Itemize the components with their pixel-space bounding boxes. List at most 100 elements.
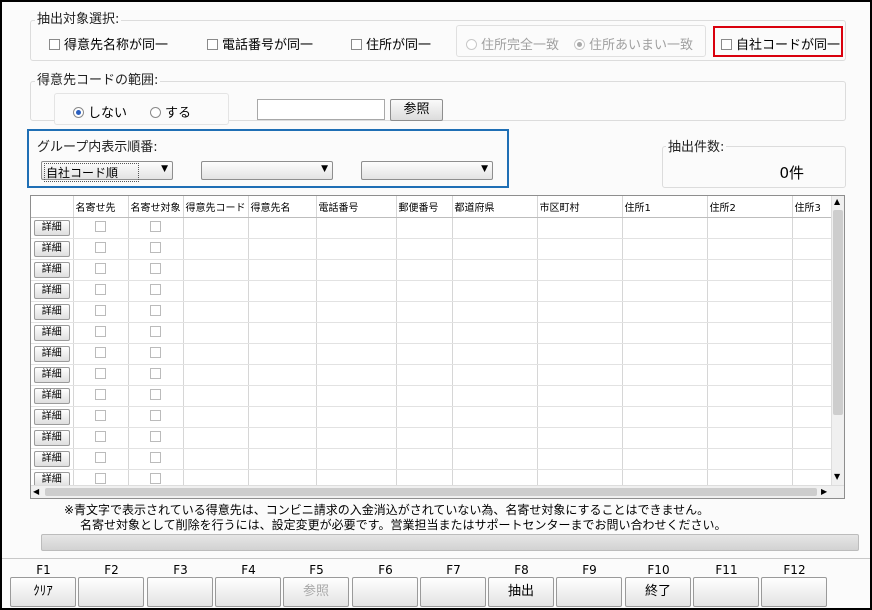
detail-button[interactable]: 詳細 — [33, 282, 70, 299]
merge-target-checkbox[interactable] — [95, 325, 106, 337]
same-phone-checkbox[interactable]: 電話番号が同一 — [207, 34, 313, 53]
merge-source-checkbox[interactable] — [150, 430, 161, 442]
results-grid[interactable]: 名寄せ先 名寄せ対象 得意先コード 得意先名 電話番号 郵便番号 都道府県 市区… — [30, 195, 845, 499]
merge-target-checkbox[interactable] — [95, 304, 106, 316]
table-row: 詳細 — [31, 343, 835, 365]
same-customer-name-checkbox[interactable]: 得意先名称が同一 — [49, 34, 168, 53]
function-key-divider — [2, 558, 870, 559]
detail-button[interactable]: 詳細 — [33, 324, 70, 341]
merge-source-checkbox[interactable] — [150, 304, 161, 316]
detail-button[interactable]: 詳細 — [33, 261, 70, 278]
merge-source-checkbox[interactable] — [150, 283, 161, 295]
radio-circle[interactable] — [150, 107, 161, 118]
grid-cell — [248, 343, 317, 365]
grid-cell — [622, 427, 708, 449]
sort-order-select-3[interactable]: ▼ — [361, 161, 493, 180]
merge-source-checkbox[interactable] — [150, 367, 161, 379]
detail-button[interactable]: 詳細 — [33, 387, 70, 404]
merge-source-checkbox[interactable] — [150, 346, 161, 358]
merge-target-checkbox[interactable] — [95, 262, 106, 274]
merge-target-checkbox[interactable] — [95, 346, 106, 358]
function-key-button-f8[interactable]: 抽出 — [488, 577, 554, 607]
detail-button[interactable]: 詳細 — [33, 219, 70, 236]
extracted-count-value: 0件 — [779, 164, 804, 182]
same-own-code-checkbox[interactable]: 自社コードが同一 — [721, 34, 840, 53]
address-fuzzy-radio[interactable]: 住所あいまい一致 — [574, 34, 693, 53]
detail-button[interactable]: 詳細 — [33, 408, 70, 425]
merge-target-checkbox[interactable] — [95, 451, 106, 463]
merge-source-checkbox[interactable] — [150, 220, 161, 232]
function-key-button-f9[interactable] — [556, 577, 622, 607]
merge-source-checkbox[interactable] — [150, 262, 161, 274]
merge-source-checkbox[interactable] — [150, 451, 161, 463]
checkbox-box[interactable] — [721, 39, 732, 50]
function-key-button-f4[interactable] — [215, 577, 281, 607]
scroll-down-icon[interactable]: ▼ — [834, 472, 840, 481]
sort-order-select-2[interactable]: ▼ — [201, 161, 333, 180]
merge-source-checkbox[interactable] — [150, 472, 161, 484]
detail-button[interactable]: 詳細 — [33, 240, 70, 257]
merge-target-checkbox[interactable] — [95, 220, 106, 232]
detail-button[interactable]: 詳細 — [33, 429, 70, 446]
scroll-thumb[interactable] — [833, 210, 843, 415]
grid-cell — [537, 238, 623, 260]
scroll-right-icon[interactable]: ▶ — [821, 487, 827, 496]
grid-cell — [396, 238, 453, 260]
merge-target-checkbox[interactable] — [95, 241, 106, 253]
merge-target-cell — [73, 301, 129, 323]
detail-button[interactable]: 詳細 — [33, 366, 70, 383]
merge-target-checkbox[interactable] — [95, 430, 106, 442]
table-row: 詳細 — [31, 322, 835, 344]
grid-cell — [622, 259, 708, 281]
address-exact-radio[interactable]: 住所完全一致 — [466, 34, 559, 53]
scroll-thumb[interactable] — [45, 488, 817, 496]
vertical-scrollbar[interactable]: ▲ ▼ — [831, 196, 844, 486]
merge-source-checkbox[interactable] — [150, 241, 161, 253]
customer-code-input[interactable] — [257, 99, 385, 120]
address-exact-label: 住所完全一致 — [481, 38, 560, 53]
detail-button[interactable]: 詳細 — [33, 303, 70, 320]
function-key-button-f6[interactable] — [352, 577, 418, 607]
checkbox-box[interactable] — [351, 39, 362, 50]
merge-target-checkbox[interactable] — [95, 472, 106, 484]
function-key-button-f7[interactable] — [420, 577, 486, 607]
checkbox-box[interactable] — [207, 39, 218, 50]
function-key-button-f12[interactable] — [761, 577, 827, 607]
function-key-button-f10[interactable]: 終了 — [625, 577, 691, 607]
function-key-label-f11: F11 — [715, 563, 738, 577]
detail-button[interactable]: 詳細 — [33, 345, 70, 362]
grid-cell — [248, 364, 317, 386]
merge-source-cell — [128, 238, 184, 260]
function-key-button-f11[interactable] — [693, 577, 759, 607]
merge-source-checkbox[interactable] — [150, 388, 161, 400]
function-key-button-f2[interactable] — [78, 577, 144, 607]
radio-circle[interactable] — [73, 107, 84, 118]
radio-circle[interactable] — [574, 39, 585, 50]
merge-target-checkbox[interactable] — [95, 388, 106, 400]
merge-source-checkbox[interactable] — [150, 409, 161, 421]
grid-cell — [183, 217, 249, 239]
address-fuzzy-label: 住所あいまい一致 — [589, 38, 694, 53]
radio-circle[interactable] — [466, 39, 477, 50]
function-key-button-f5[interactable]: 参照 — [283, 577, 349, 607]
merge-target-checkbox[interactable] — [95, 409, 106, 421]
main-window: 抽出対象選択: 得意先名称が同一 電話番号が同一 住所が同一 住所完全一致 住所… — [0, 0, 872, 610]
horizontal-scrollbar[interactable]: ◀ ▶ — [31, 485, 844, 498]
sort-order-select-1[interactable]: 自社コード順 ▼ — [41, 161, 173, 182]
merge-source-checkbox[interactable] — [150, 325, 161, 337]
function-key-button-f1[interactable]: ｸﾘｱ — [10, 577, 76, 607]
grid-cell — [396, 343, 453, 365]
function-key-label-f10: F10 — [647, 563, 670, 577]
function-key-button-f3[interactable] — [147, 577, 213, 607]
merge-target-checkbox[interactable] — [95, 367, 106, 379]
detail-button[interactable]: 詳細 — [33, 450, 70, 467]
browse-button[interactable]: 参照 — [390, 99, 443, 121]
grid-cell — [792, 217, 835, 239]
merge-target-checkbox[interactable] — [95, 283, 106, 295]
checkbox-box[interactable] — [49, 39, 60, 50]
range-use-radio[interactable]: する — [150, 102, 191, 121]
scroll-left-icon[interactable]: ◀ — [33, 487, 39, 496]
scroll-up-icon[interactable]: ▲ — [834, 197, 840, 206]
same-address-checkbox[interactable]: 住所が同一 — [351, 34, 431, 53]
range-none-radio[interactable]: しない — [73, 102, 127, 121]
